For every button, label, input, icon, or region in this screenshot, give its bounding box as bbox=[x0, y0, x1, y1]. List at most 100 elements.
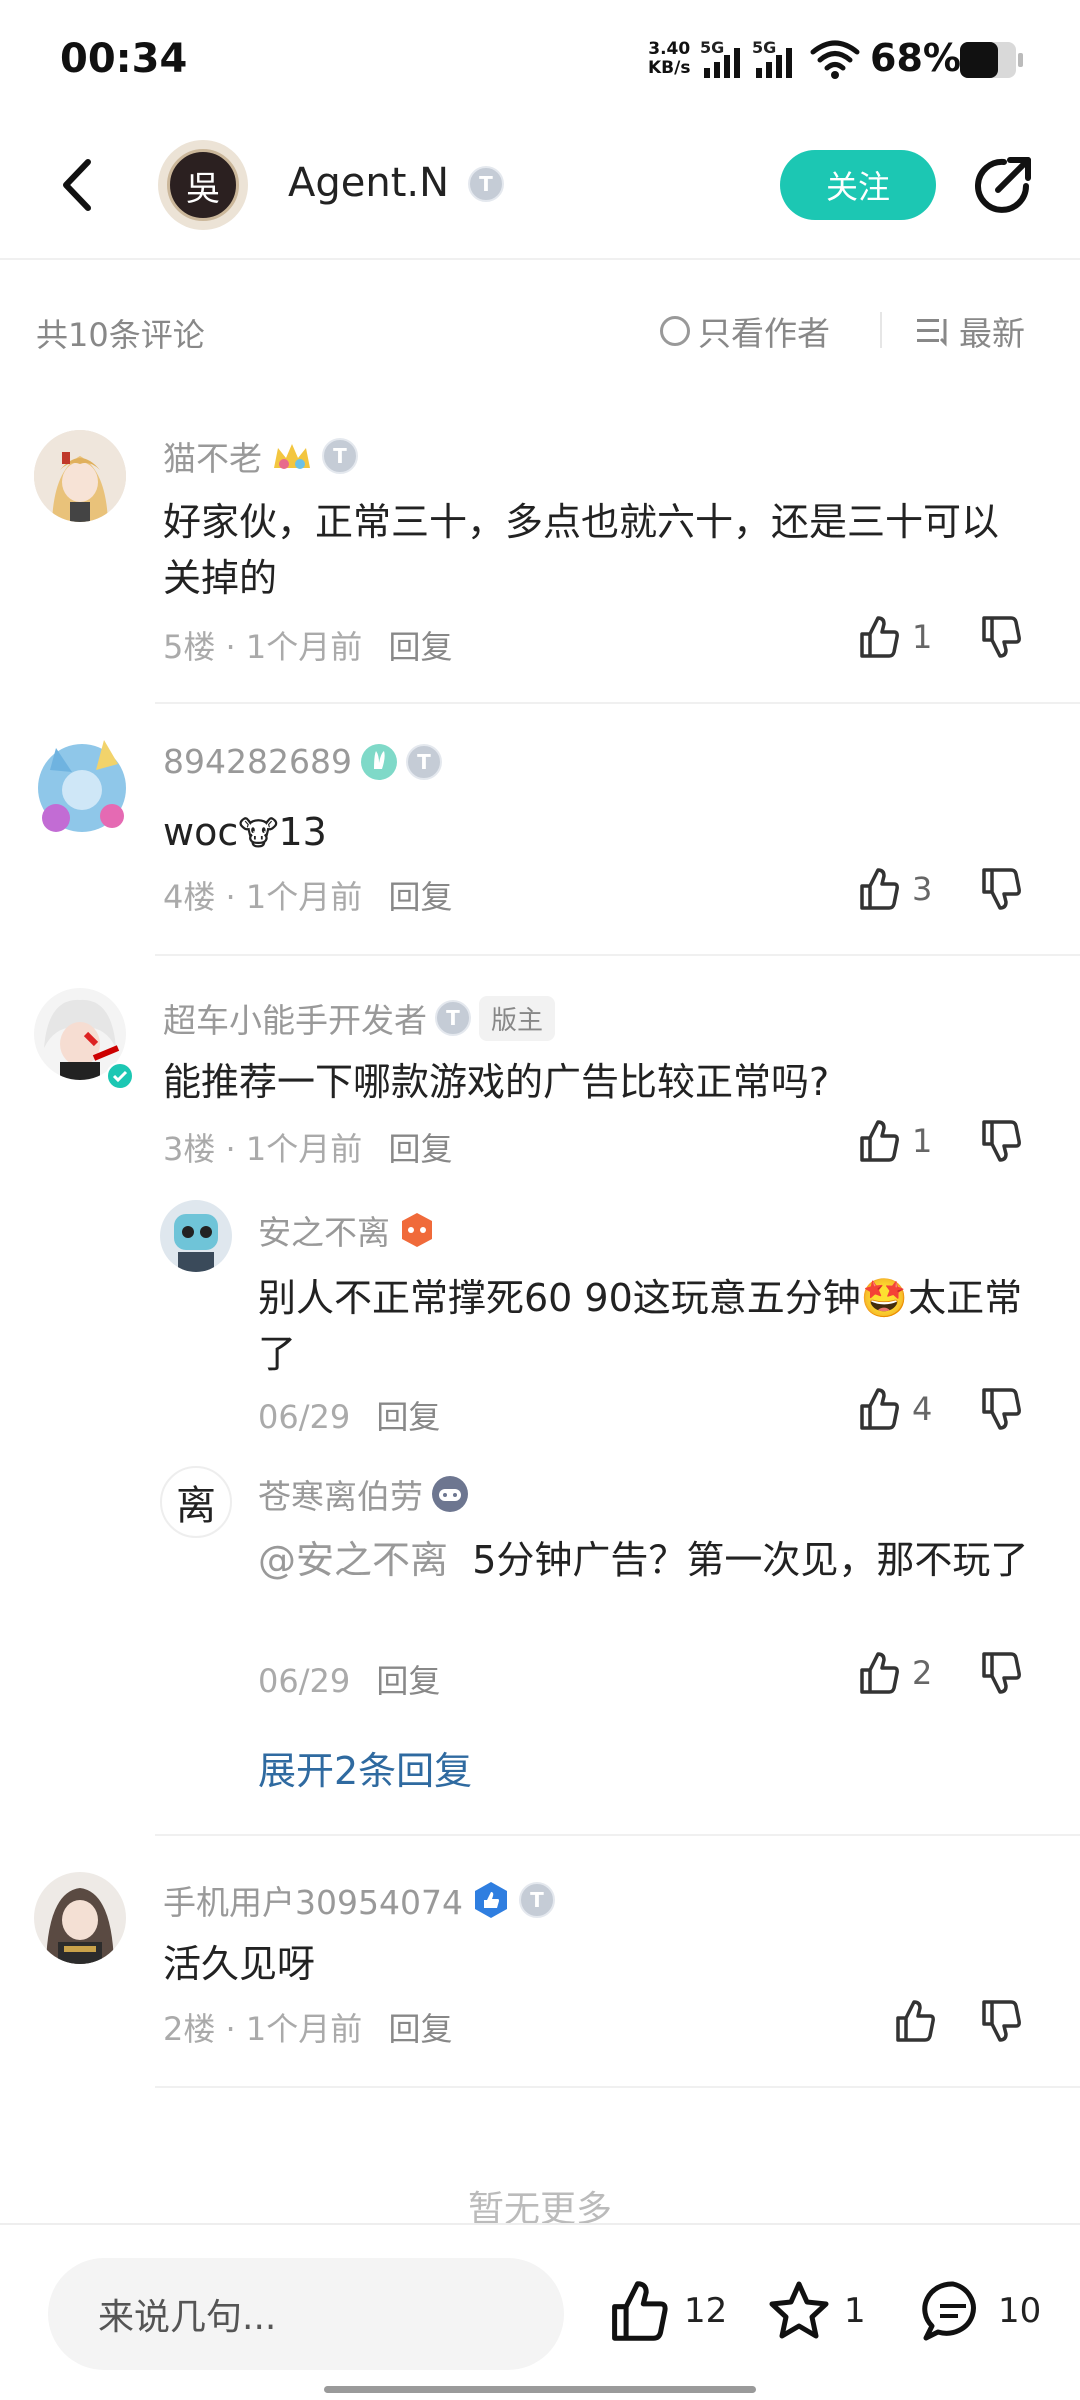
sort-list-icon bbox=[917, 319, 947, 347]
network-speed: 3.40 KB/s bbox=[648, 40, 690, 78]
sort-label: 最新 bbox=[959, 314, 1025, 353]
reply-username: 苍寒离伯劳 bbox=[258, 1477, 423, 1516]
thumbs-up-icon bbox=[860, 616, 899, 658]
comment-user[interactable]: 894282689 T bbox=[163, 742, 442, 781]
reply-meta: 06/29 回复 bbox=[258, 1392, 440, 1438]
comment-time: 1个月前 bbox=[245, 1130, 363, 1168]
comment-meta: 2楼 · 1个月前 回复 bbox=[163, 2010, 453, 2048]
reply-meta: 06/29 回复 bbox=[258, 1656, 440, 1702]
comment-user[interactable]: 超车小能手开发者 T 版主 bbox=[163, 994, 556, 1042]
reply-button[interactable]: 回复 bbox=[388, 1130, 452, 1168]
like-button[interactable]: 3 bbox=[856, 866, 932, 912]
avatar-cartoon-icon bbox=[38, 740, 126, 832]
thumbs-up-icon bbox=[860, 1120, 899, 1162]
comment-floor: 5楼 bbox=[163, 628, 216, 666]
cell-signal-1-icon: 5G bbox=[700, 38, 744, 78]
medal-icon bbox=[270, 438, 314, 474]
level-badge-icon: T bbox=[468, 166, 504, 202]
like-button[interactable] bbox=[892, 1998, 948, 2044]
dislike-button[interactable] bbox=[978, 614, 1024, 664]
battery-icon bbox=[958, 40, 1024, 84]
comment-time: 1个月前 bbox=[245, 2010, 363, 2048]
game-badge-icon bbox=[398, 1211, 436, 1249]
author-only-toggle[interactable]: 只看作者 bbox=[660, 307, 830, 355]
thumbs-badge-icon bbox=[471, 1880, 511, 1920]
reply-button[interactable]: 回复 bbox=[376, 1662, 440, 1700]
share-button[interactable] bbox=[968, 150, 1038, 220]
follow-button[interactable]: 关注 bbox=[780, 150, 936, 220]
like-button[interactable]: 1 bbox=[856, 614, 932, 660]
comment-meta: 4楼 · 1个月前 回复 bbox=[163, 878, 453, 916]
post-like-button[interactable]: 12 bbox=[606, 2278, 727, 2344]
verified-check-icon bbox=[106, 1062, 134, 1090]
comment-time: 1个月前 bbox=[245, 878, 363, 916]
comment-username: 手机用户30954074 bbox=[163, 1883, 463, 1922]
gamepad-badge-icon bbox=[431, 1475, 469, 1513]
back-button[interactable] bbox=[50, 150, 110, 220]
comment-username: 894282689 bbox=[163, 742, 352, 781]
comment-avatar[interactable] bbox=[34, 1872, 126, 1964]
level-badge-icon: T bbox=[405, 743, 442, 780]
like-count: 1 bbox=[912, 618, 933, 656]
comment-username: 超车小能手开发者 bbox=[163, 1001, 427, 1040]
like-button[interactable]: 2 bbox=[856, 1650, 932, 1696]
network-speed-value: 3.40 bbox=[648, 39, 691, 59]
comment-user[interactable]: 猫不老 T bbox=[163, 432, 358, 480]
thumbs-down-icon bbox=[982, 1120, 1021, 1162]
reply-username: 安之不离 bbox=[258, 1213, 390, 1252]
comment-floor: 2楼 bbox=[163, 2010, 216, 2048]
favorite-button[interactable]: 1 bbox=[766, 2278, 866, 2344]
comment-divider bbox=[155, 954, 1080, 956]
comment-divider bbox=[155, 702, 1080, 704]
reply-avatar[interactable]: 离 bbox=[160, 1466, 232, 1538]
author-only-label: 只看作者 bbox=[698, 314, 830, 353]
moderator-badge: 版主 bbox=[479, 995, 556, 1041]
comment-user[interactable]: 手机用户30954074 T bbox=[163, 1876, 555, 1924]
author-name[interactable]: Agent.N bbox=[288, 160, 449, 206]
reply-button[interactable]: 回复 bbox=[388, 2010, 452, 2048]
favorite-count: 1 bbox=[844, 2291, 866, 2331]
like-button[interactable]: 1 bbox=[856, 1118, 932, 1164]
expand-replies-link[interactable]: 展开2条回复 bbox=[258, 1740, 472, 1795]
reply-button[interactable]: 回复 bbox=[388, 878, 452, 916]
reply-avatar[interactable] bbox=[160, 1200, 232, 1272]
comment-text-prefix: woc bbox=[163, 810, 239, 854]
like-button[interactable]: 4 bbox=[856, 1386, 932, 1432]
comment-avatar[interactable] bbox=[34, 430, 126, 522]
comment-username: 猫不老 bbox=[163, 439, 262, 478]
avatar-soldier-girl-icon bbox=[34, 1872, 126, 1964]
thumbs-up-icon bbox=[860, 1388, 899, 1430]
dislike-button[interactable] bbox=[978, 1650, 1024, 1700]
dislike-button[interactable] bbox=[978, 1998, 1024, 2048]
dislike-button[interactable] bbox=[978, 1118, 1024, 1168]
reply-body: 5分钟广告？第一次见，那不玩了 bbox=[472, 1538, 1029, 1582]
reply-button[interactable]: 回复 bbox=[388, 628, 452, 666]
reply-mention[interactable]: @安之不离 bbox=[258, 1538, 448, 1582]
comments-button[interactable]: 10 bbox=[920, 2278, 1041, 2344]
avatar-anime-girl-icon bbox=[34, 430, 126, 522]
star-eyes-emoji: 🤩 bbox=[860, 1276, 909, 1320]
cell-signal-2-icon: 5G bbox=[752, 38, 796, 78]
reply-user[interactable]: 安之不离 bbox=[258, 1206, 436, 1254]
share-icon bbox=[975, 157, 1031, 213]
home-indicator[interactable] bbox=[324, 2386, 756, 2393]
like-count: 4 bbox=[912, 1390, 933, 1428]
avatar-robot-icon bbox=[160, 1200, 232, 1272]
thumbs-down-icon bbox=[982, 1388, 1021, 1430]
comment-avatar[interactable] bbox=[26, 728, 138, 840]
comment-text: 能推荐一下哪款游戏的广告比较正常吗? bbox=[163, 1060, 830, 1104]
comment-input[interactable]: 来说几句... bbox=[48, 2258, 564, 2370]
author-avatar[interactable]: 吳 bbox=[158, 140, 248, 230]
thumbs-down-icon bbox=[982, 1652, 1021, 1694]
dislike-button[interactable] bbox=[978, 1386, 1024, 1436]
level-badge-icon: T bbox=[322, 438, 358, 474]
reply-avatar-glyph: 离 bbox=[176, 1483, 216, 1529]
header-divider bbox=[0, 258, 1080, 260]
thumbs-down-icon bbox=[982, 616, 1021, 658]
dislike-button[interactable] bbox=[978, 866, 1024, 916]
reply-user[interactable]: 苍寒离伯劳 bbox=[258, 1470, 469, 1518]
comment-time: 1个月前 bbox=[245, 628, 363, 666]
bunny-badge-icon bbox=[360, 743, 398, 781]
reply-button[interactable]: 回复 bbox=[376, 1398, 440, 1436]
sort-button[interactable]: 最新 bbox=[915, 307, 1025, 355]
